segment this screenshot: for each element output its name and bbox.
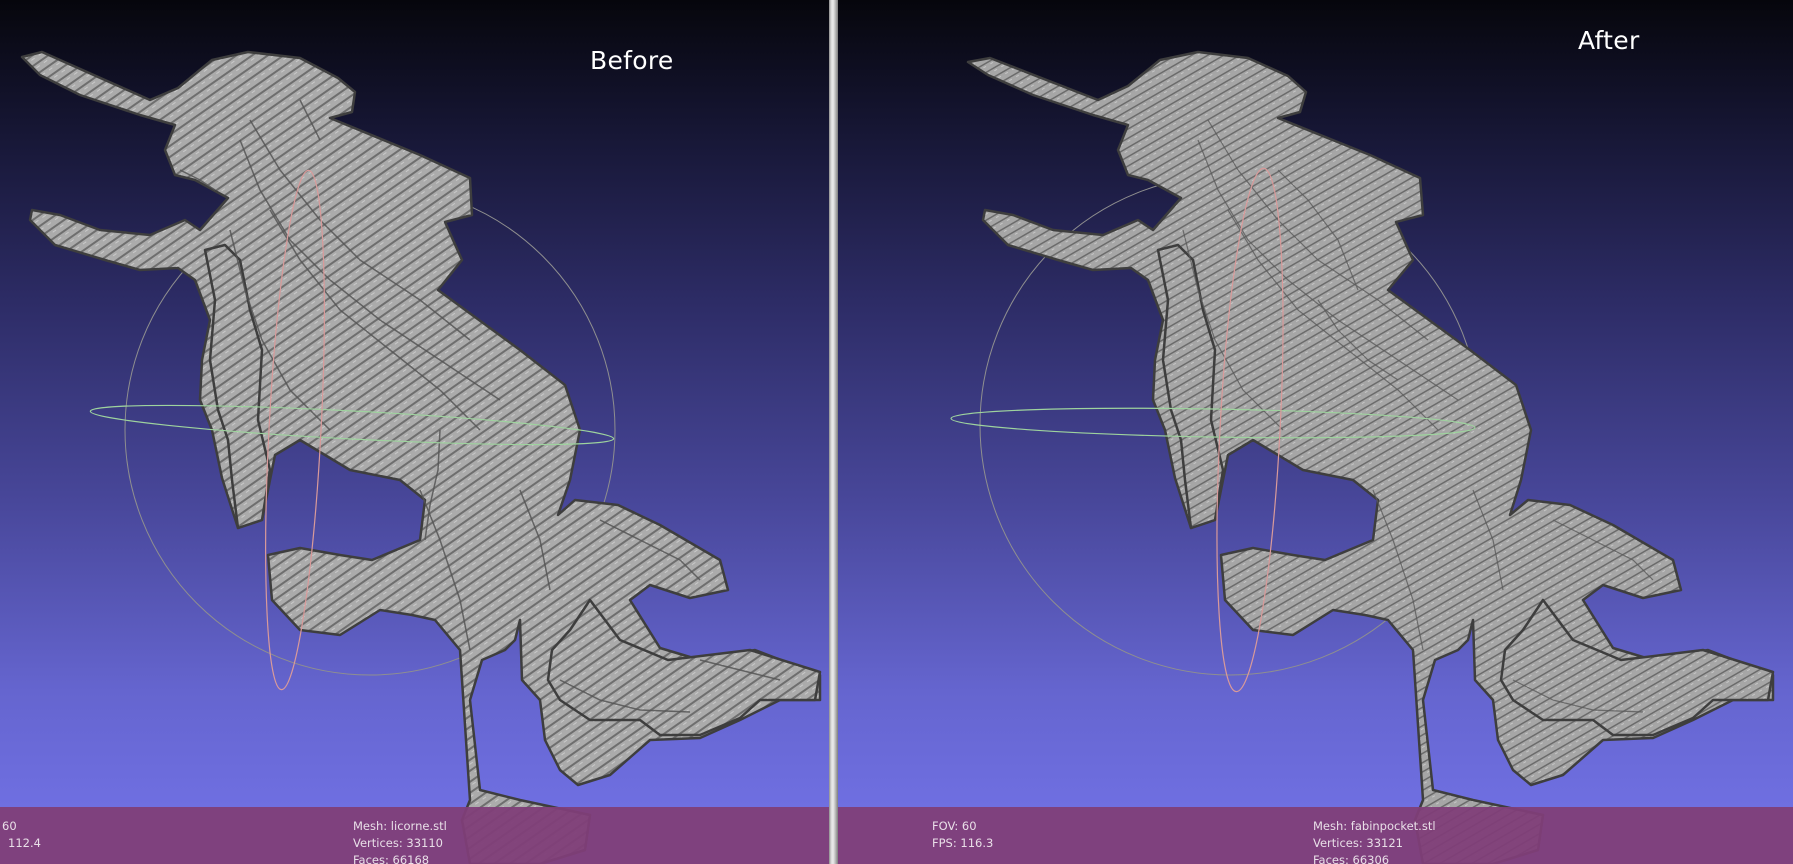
mesh-name-before: Mesh: licorne.stl: [353, 819, 447, 833]
fov-value-before: 60: [2, 819, 17, 833]
split-divider[interactable]: [829, 0, 838, 864]
unicorn-mesh-after[interactable]: [838, 0, 1793, 864]
info-bar-before: 60 112.4 Mesh: licorne.stl Vertices: 331…: [0, 807, 829, 864]
view-label-after: After: [1578, 26, 1640, 55]
fov-value-after: FOV: 60: [932, 819, 977, 833]
fps-value-before: 112.4: [8, 836, 41, 850]
unicorn-mesh-before[interactable]: [0, 0, 829, 864]
viewport-before[interactable]: Before 60 112.4 Mesh: licorne.stl Vertic…: [0, 0, 829, 864]
viewport-after[interactable]: After FOV: 60 FPS: 116.3 Mesh: fabinpock…: [838, 0, 1793, 864]
unicorn-body: [966, 50, 1775, 864]
vertex-count-after: Vertices: 33121: [1313, 836, 1403, 850]
face-count-after: Faces: 66306: [1313, 853, 1390, 864]
fps-value-after: FPS: 116.3: [932, 836, 994, 850]
info-bar-after: FOV: 60 FPS: 116.3 Mesh: fabinpocket.stl…: [838, 807, 1793, 864]
face-count-before: Faces: 66168: [353, 853, 430, 864]
vertex-count-before: Vertices: 33110: [353, 836, 443, 850]
unicorn-body: [20, 50, 822, 864]
mesh-name-after: Mesh: fabinpocket.stl: [1313, 819, 1436, 833]
view-label-before: Before: [590, 46, 674, 75]
